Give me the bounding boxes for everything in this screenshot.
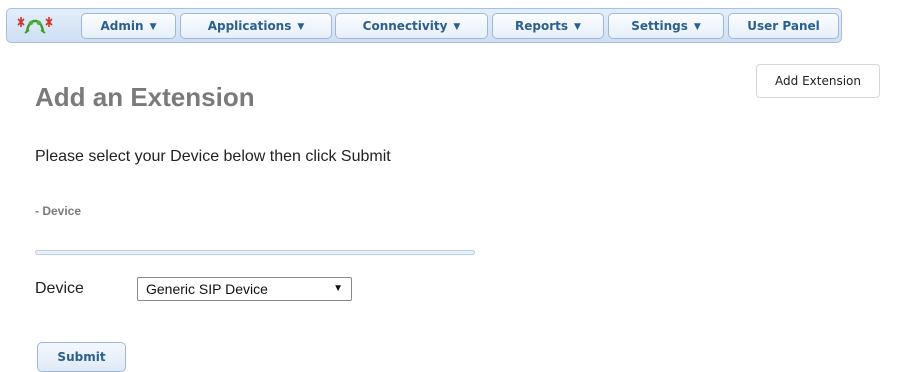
section-divider-bar [35, 250, 475, 255]
nav-reports-button[interactable]: Reports ▼ [492, 13, 604, 39]
nav-settings-label: Settings [631, 19, 688, 33]
top-navbar: Admin ▼ Applications ▼ Connectivity ▼ Repor… [6, 8, 842, 43]
frog-logo-icon[interactable] [15, 13, 55, 39]
chevron-down-icon: ▼ [693, 22, 701, 32]
nav-settings-button[interactable]: Settings ▼ [608, 13, 724, 39]
nav-reports-label: Reports [515, 19, 569, 33]
add-extension-button[interactable]: Add Extension [756, 64, 880, 98]
device-field-label: Device [35, 280, 84, 297]
chevron-down-icon: ▼ [453, 22, 461, 32]
nav-admin-button[interactable]: Admin ▼ [81, 13, 176, 39]
nav-user-panel-label: User Panel [747, 19, 820, 33]
dropdown-arrow-icon: ▼ [333, 283, 343, 294]
nav-connectivity-label: Connectivity [362, 19, 448, 33]
chevron-down-icon: ▼ [149, 22, 157, 32]
device-select[interactable]: Generic SIP Device ▼ [137, 277, 352, 301]
chevron-down-icon: ▼ [297, 22, 305, 32]
nav-applications-button[interactable]: Applications ▼ [180, 13, 332, 39]
instructions-text: Please select your Device below then cli… [35, 148, 391, 165]
chevron-down-icon: ▼ [574, 22, 581, 32]
nav-connectivity-button[interactable]: Connectivity ▼ [335, 13, 488, 39]
page-title: Add an Extension [35, 82, 255, 112]
nav-user-panel-button[interactable]: User Panel [728, 13, 839, 39]
nav-admin-label: Admin [100, 19, 144, 33]
device-select-value: Generic SIP Device [146, 281, 268, 297]
device-section-label: - Device [35, 204, 82, 218]
nav-applications-label: Applications [207, 19, 292, 33]
submit-button[interactable]: Submit [37, 342, 126, 372]
